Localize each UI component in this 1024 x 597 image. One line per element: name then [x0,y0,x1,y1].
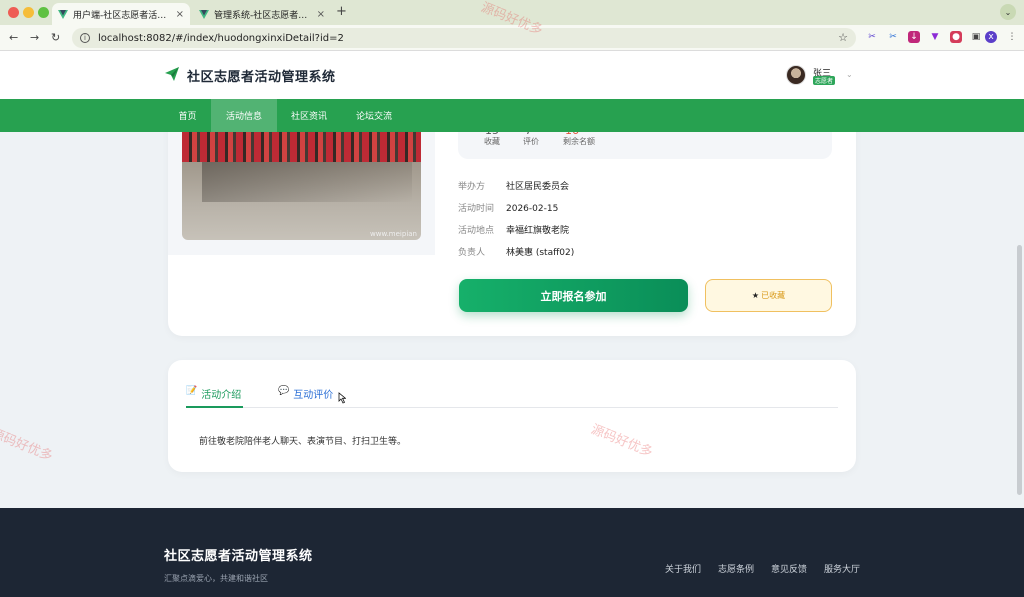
favorites-label: 收藏 [484,137,500,146]
page-scrollbar[interactable] [1017,245,1022,495]
minimize-window-button[interactable] [23,7,34,18]
activity-detail-card: www.meipian 15 收藏 7 评价 16 剩余名额 举办方 社区居民委员… [168,132,856,336]
tab-title: 用户端-社区志愿者活动管理系统 [73,10,172,21]
photo-crowd [182,132,421,162]
footer-title: 社区志愿者活动管理系统 [164,549,313,564]
extension-download-icon[interactable]: ↓ [908,31,920,43]
person-value: 林美惠 (staff02) [506,248,575,258]
info-organizer: 举办方 社区居民委员会 [458,179,569,192]
memo-icon: 📝 [186,386,198,396]
nav-item-forum[interactable]: 论坛交流 [341,99,407,132]
footer-link-about[interactable]: 关于我们 [665,562,701,575]
extensions-puzzle-icon[interactable]: ▣ [970,31,982,43]
info-time: 活动时间 2026-02-15 [458,201,558,214]
chevron-down-icon[interactable]: ⌄ [846,70,853,79]
footer-link-rules[interactable]: 志愿条例 [718,562,754,575]
activity-description: 前往敬老院陪伴老人聊天、表演节目、打扫卫生等。 [199,437,407,447]
activity-photo: www.meipian [182,132,421,240]
extension-filter-icon[interactable]: ▼ [929,31,941,43]
photo-shadow [202,162,412,202]
close-window-button[interactable] [8,7,19,18]
stats-box: 15 收藏 7 评价 16 剩余名额 [458,132,832,159]
vue-logo-icon [199,9,209,19]
person-label: 负责人 [458,248,486,258]
site-footer: 社区志愿者活动管理系统 汇聚点滴爱心，共建和谐社区 关于我们 志愿条例 意见反馈… [0,508,1024,597]
close-tab-icon[interactable]: × [176,9,184,20]
profile-avatar-icon[interactable]: x [985,31,997,43]
star-icon: ★ [751,291,760,300]
footer-subtitle: 汇聚点滴爱心，共建和谐社区 [164,574,268,583]
nav-item-news[interactable]: 社区资讯 [277,99,341,132]
main-nav: 首页 活动信息 社区资讯 论坛交流 [0,99,1024,132]
tab-search-icon[interactable]: ⌄ [1000,4,1016,20]
tab-reviews-label: 互动评价 [293,390,334,401]
close-tab-icon[interactable]: × [317,9,325,20]
favorite-button[interactable]: ★ 已收藏 [705,279,832,312]
site-info-icon[interactable]: i [80,33,90,43]
vue-logo-icon [58,9,68,19]
user-avatar[interactable] [786,65,806,85]
favorite-label: 已收藏 [761,291,786,300]
browser-menu-icon[interactable]: ⋮ [1006,31,1018,43]
tab-title: 管理系统-社区志愿者活动管理系统 [214,10,313,21]
url-text: localhost:8082/#/index/huodongxinxiDetai… [98,32,344,44]
comments-label: 评价 [523,137,539,146]
footer-link-service[interactable]: 服务大厅 [824,562,860,575]
site-title[interactable]: 社区志愿者活动管理系统 [187,66,336,85]
user-role-badge: 志愿者 [813,76,836,85]
browser-tab-user[interactable]: 用户端-社区志愿者活动管理系统 × [52,3,190,25]
time-label: 活动时间 [458,204,495,214]
nav-item-home[interactable]: 首页 [164,99,211,132]
tab-introduction[interactable]: 📝 活动介绍 [186,386,243,408]
nav-item-activities[interactable]: 活动信息 [211,99,277,132]
site-header: 社区志愿者活动管理系统 张三 志愿者 ⌄ [0,51,1024,99]
location-value: 幸福红旗敬老院 [506,226,570,236]
bookmark-star-icon[interactable]: ☆ [838,31,848,44]
maximize-window-button[interactable] [38,7,49,18]
organizer-value: 社区居民委员会 [506,182,570,192]
join-button[interactable]: 立即报名参加 [459,279,688,312]
back-icon[interactable]: ← [9,31,18,44]
extension-tool-icon[interactable]: ✂ [887,31,899,43]
photo-watermark: www.meipian [370,230,417,238]
address-bar: ← → ↻ i localhost:8082/#/index/huodongxi… [0,25,1024,51]
time-value: 2026-02-15 [506,204,559,214]
reload-icon[interactable]: ↻ [51,31,60,44]
content-area: www.meipian 15 收藏 7 评价 16 剩余名额 举办方 社区居民委员… [0,132,1024,508]
detail-tabs: 📝 活动介绍 💬 互动评价 [186,382,838,408]
extension-scissors-icon[interactable]: ✂ [866,31,878,43]
url-input[interactable]: i localhost:8082/#/index/huodongxinxiDet… [72,28,856,48]
extension-camera-icon[interactable]: ● [950,31,962,43]
activity-tabs-card: 📝 活动介绍 💬 互动评价 前往敬老院陪伴老人聊天、表演节目、打扫卫生等。 [168,360,856,472]
info-person: 负责人 林美惠 (staff02) [458,245,574,258]
info-location: 活动地点 幸福红旗敬老院 [458,223,569,236]
browser-tab-admin[interactable]: 管理系统-社区志愿者活动管理系统 × [193,3,331,25]
forward-icon[interactable]: → [30,31,39,44]
image-panel: www.meipian [168,132,435,255]
remaining-label: 剩余名额 [563,137,595,146]
mouse-pointer-icon [338,392,346,404]
footer-link-feedback[interactable]: 意见反馈 [771,562,807,575]
paper-plane-icon [165,67,179,81]
new-tab-icon[interactable]: + [336,4,347,19]
tab-introduction-label: 活动介绍 [201,390,242,401]
speech-bubble-icon: 💬 [278,386,290,396]
location-label: 活动地点 [458,226,495,236]
organizer-label: 举办方 [458,182,486,192]
